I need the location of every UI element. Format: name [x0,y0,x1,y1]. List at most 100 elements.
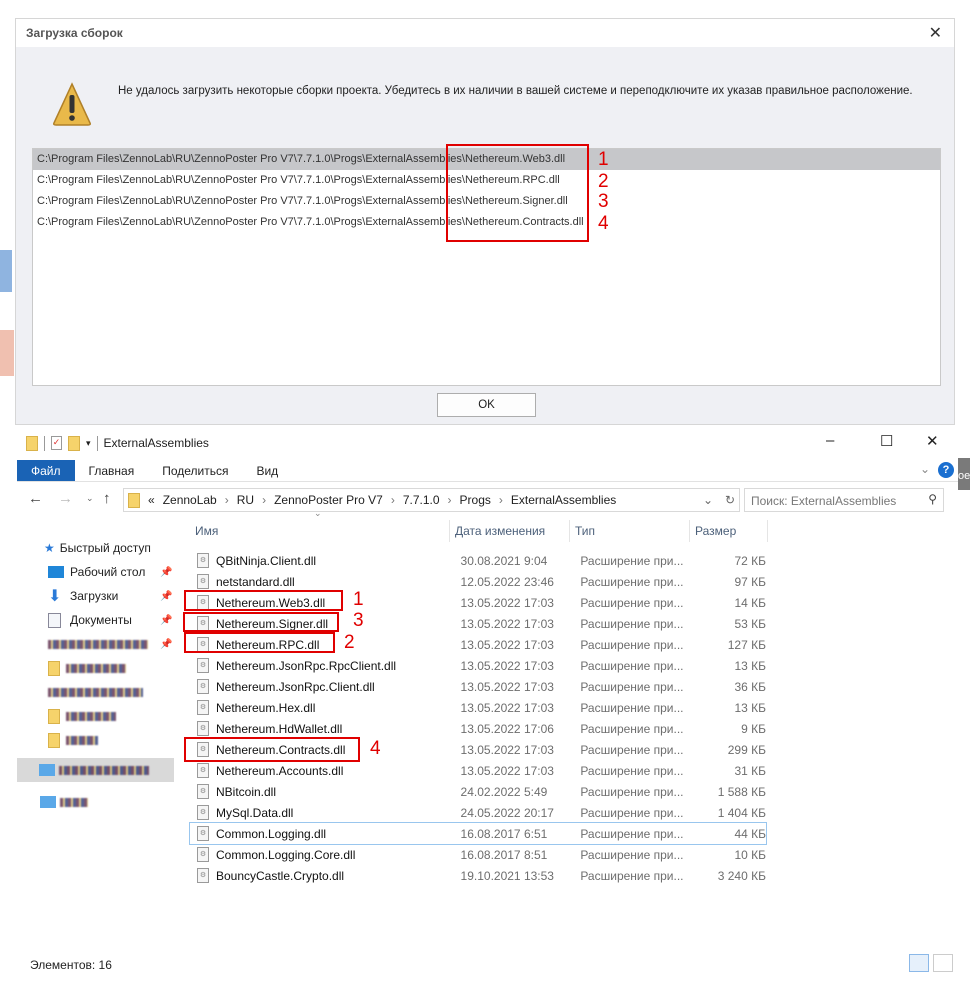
annotation-number: 3 [353,610,364,631]
search-input[interactable]: Поиск: ExternalAssemblies ⚲ [744,488,944,512]
file-size: 1 404 КБ [717,805,766,820]
file-date: 13.05.2022 17:03 [460,679,554,694]
sidebar-item-desktop[interactable]: Рабочий стол 📌 [0,560,176,584]
file-row[interactable]: ⚙ Common.Logging.dll 16.08.2017 6:51 Рас… [189,822,767,845]
column-date[interactable]: Дата изменения [450,520,570,542]
document-icon [48,612,61,628]
sidebar-item-redacted[interactable] [0,704,176,728]
dll-file-icon: ⚙ [197,868,209,883]
sidebar-item-documents[interactable]: Документы 📌 [0,608,176,632]
recent-locations-icon[interactable]: ⌄ [86,493,94,504]
sidebar-item-label: Быстрый доступ [59,541,151,555]
file-row[interactable]: ⚙ BouncyCastle.Crypto.dll 19.10.2021 13:… [190,865,766,886]
breadcrumb-item[interactable]: RU [237,493,254,507]
pin-icon[interactable]: 📌 [160,615,172,626]
sidebar-item-downloads[interactable]: ⬇ Загрузки 📌 [0,584,176,608]
tab-view[interactable]: Вид [242,460,292,481]
file-row[interactable]: ⚙ Common.Logging.Core.dll 16.08.2017 8:5… [190,844,766,865]
file-row[interactable]: ⚙ Nethereum.Hex.dll 13.05.2022 17:03 Рас… [190,697,766,718]
folder-icon [128,492,140,508]
breadcrumb-item[interactable]: Progs [460,493,491,507]
address-dropdown-icon[interactable]: ⌄ [703,493,713,507]
ribbon-tabs: Файл Главная Поделиться Вид ⌄ ? [17,460,958,482]
pin-icon[interactable]: 📌 [160,639,172,650]
column-name[interactable]: Имя [190,520,450,542]
file-size: 44 КБ [734,826,766,841]
sidebar-item-quick-access[interactable]: ★ Быстрый доступ [0,536,176,560]
column-type[interactable]: Тип [570,520,690,542]
breadcrumb-item[interactable]: ZennoLab [163,493,217,507]
breadcrumb-item[interactable]: ZennoPoster Pro V7 [274,493,383,507]
sidebar-item-this-pc[interactable] [17,758,174,782]
breadcrumb-item[interactable]: « [148,493,155,507]
file-date: 13.05.2022 17:03 [460,700,554,715]
file-type: Расширение при... [580,595,684,610]
file-date: 16.08.2017 6:51 [460,826,548,841]
quick-access-dropdown-icon[interactable]: ▾ [86,438,91,449]
file-type: Расширение при... [580,721,684,736]
sidebar-item-redacted[interactable] [0,656,176,680]
file-row[interactable]: ⚙ NBitcoin.dll 24.02.2022 5:49 Расширени… [190,781,766,802]
properties-icon[interactable]: ✓ [51,436,62,450]
address-bar[interactable]: « ZennoLab › RU › ZennoPoster Pro V7 › 7.7.… [123,488,740,512]
dll-file-icon: ⚙ [197,826,209,841]
file-name: MySql.Data.dll [215,805,294,820]
file-size: 53 КБ [734,616,766,631]
tab-file[interactable]: Файл [17,460,75,481]
tab-share[interactable]: Поделиться [148,460,242,481]
file-row[interactable]: ⚙ Nethereum.HdWallet.dll 13.05.2022 17:0… [190,718,766,739]
navigation-pane: ★ Быстрый доступ Рабочий стол 📌 ⬇ Загрузки 📌… [0,536,176,814]
column-size[interactable]: Размер [690,520,768,542]
file-row[interactable]: ⚙ Nethereum.JsonRpc.Client.dll 13.05.202… [190,676,766,697]
file-type: Расширение при... [580,784,684,799]
dll-file-icon: ⚙ [197,721,209,736]
sidebar-item-redacted[interactable]: 📌 [0,632,176,656]
expand-ribbon-icon[interactable]: ⌄ [920,462,930,476]
help-icon[interactable]: ? [938,462,954,478]
breadcrumb-item[interactable]: ExternalAssemblies [511,493,616,507]
back-icon[interactable]: ← [28,490,43,507]
file-type: Расширение при... [580,637,684,652]
file-type: Расширение при... [580,742,684,757]
pin-icon[interactable]: 📌 [160,567,172,578]
minimize-icon[interactable]: – [826,432,834,449]
forward-icon[interactable]: → [58,490,73,507]
tab-home[interactable]: Главная [75,460,149,481]
file-date: 24.02.2022 5:49 [460,784,548,799]
file-row[interactable]: ⚙ Nethereum.Accounts.dll 13.05.2022 17:0… [190,760,766,781]
dll-file-icon: ⚙ [197,700,209,715]
file-row[interactable]: ⚙ netstandard.dll 12.05.2022 23:46 Расши… [190,571,766,592]
up-icon[interactable]: ↑ [103,490,111,507]
background-app-fragment [0,250,12,292]
file-type: Расширение при... [580,805,684,820]
ok-button[interactable]: OK [437,393,536,417]
sidebar-item-redacted[interactable] [0,680,176,704]
breadcrumb-item[interactable]: 7.7.1.0 [403,493,440,507]
close-icon[interactable]: ✕ [929,23,942,43]
file-type: Расширение при... [580,700,684,715]
maximize-icon[interactable]: ☐ [880,432,893,450]
file-size: 13 КБ [734,700,766,715]
refresh-icon[interactable]: ↻ [725,493,735,507]
pin-icon[interactable]: 📌 [160,591,172,602]
file-row[interactable]: ⚙ MySql.Data.dll 24.05.2022 20:17 Расшир… [190,802,766,823]
star-icon: ★ [44,541,55,555]
large-icons-view-button[interactable] [933,954,953,972]
sidebar-item-label: Рабочий стол [70,565,146,579]
file-size: 31 КБ [734,763,766,778]
sidebar-item-redacted[interactable] [0,728,176,752]
file-row[interactable]: ⚙ QBitNinja.Client.dll 30.08.2021 9:04 Р… [190,550,766,571]
details-view-button[interactable] [909,954,929,972]
file-size: 299 КБ [727,742,766,757]
file-type: Расширение при... [580,616,684,631]
file-date: 16.08.2017 8:51 [460,847,548,862]
sidebar-item-network[interactable] [0,790,176,814]
close-icon[interactable]: ✕ [926,432,939,450]
annotation-number: 4 [598,213,609,234]
file-name: Nethereum.Accounts.dll [215,763,344,778]
dll-file-icon: ⚙ [197,805,209,820]
dialog-message: Не удалось загрузить некоторые сборки пр… [118,85,913,97]
new-folder-icon[interactable] [68,435,80,451]
file-row[interactable]: ⚙ Nethereum.JsonRpc.RpcClient.dll 13.05.… [190,655,766,676]
search-icon: ⚲ [928,492,937,506]
